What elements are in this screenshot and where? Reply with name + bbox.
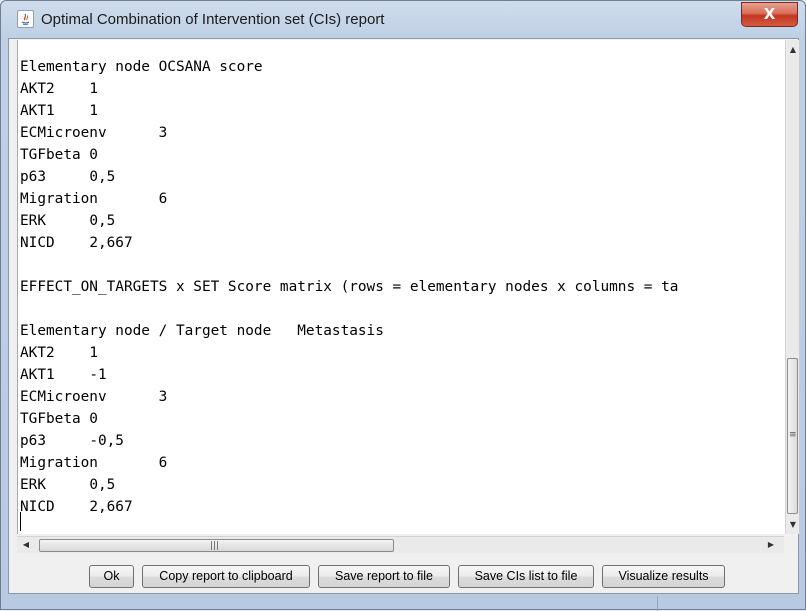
report-line: p63 0,5 <box>20 169 116 185</box>
scroll-right-arrow-icon[interactable]: ▶ <box>764 537 778 553</box>
report-text-area[interactable]: Elementary node OCSANA score AKT2 1 AKT1 1… <box>17 40 785 534</box>
report-line: AKT1 -1 <box>20 367 107 383</box>
report-line <box>20 254 678 276</box>
window-title: Optimal Combination of Intervention set … <box>41 11 385 28</box>
save-report-button[interactable]: Save report to file <box>318 565 450 588</box>
report-line: Elementary node / Target node Metastasis <box>20 323 384 339</box>
report-line: AKT1 1 <box>20 103 98 119</box>
report-line: AKT2 1 <box>20 81 98 97</box>
close-icon: X <box>763 5 776 23</box>
dialog-content: Elementary node OCSANA score AKT2 1 AKT1 1… <box>8 38 799 594</box>
report-line: NICD 2,667 <box>20 499 133 515</box>
ok-button[interactable]: Ok <box>89 565 134 588</box>
copy-report-button[interactable]: Copy report to clipboard <box>142 565 310 588</box>
report-window: Optimal Combination of Intervention set … <box>0 0 806 611</box>
report-line: ECMicroenv 3 <box>20 125 168 141</box>
report-line: AKT2 1 <box>20 345 98 361</box>
vertical-scroll-thumb[interactable]: ≡ <box>787 358 798 514</box>
save-cis-list-button[interactable]: Save CIs list to file <box>458 565 594 588</box>
vertical-scrollbar[interactable]: ▲ ≡ ▼ <box>785 40 799 534</box>
horizontal-scrollbar[interactable]: ◀ ||| ▶ <box>17 536 784 553</box>
title-bar[interactable]: Optimal Combination of Intervention set … <box>1 1 805 39</box>
report-line: TGFbeta 0 <box>20 147 98 163</box>
report-line: ERK 0,5 <box>20 213 116 229</box>
report-line: EFFECT_ON_TARGETS x SET Score matrix (ro… <box>20 279 679 295</box>
report-line: Elementary node OCSANA score <box>20 59 263 75</box>
report-line: TGFbeta 0 <box>20 411 98 427</box>
grip-icon: ≡ <box>789 430 797 440</box>
grip-icon: ||| <box>210 541 220 551</box>
report-line: ERK 0,5 <box>20 477 116 493</box>
report-lines: Elementary node OCSANA score AKT2 1 AKT1 1… <box>20 56 678 518</box>
report-line: Migration 6 <box>20 191 168 207</box>
scroll-left-arrow-icon[interactable]: ◀ <box>19 537 33 553</box>
scroll-down-arrow-icon[interactable]: ▼ <box>786 517 800 533</box>
visualize-results-button[interactable]: Visualize results <box>602 565 725 588</box>
close-button[interactable]: X <box>741 2 798 27</box>
report-line <box>20 298 678 320</box>
java-app-icon <box>17 10 34 28</box>
report-line: ECMicroenv 3 <box>20 389 168 405</box>
window-frame-corner <box>657 596 688 611</box>
horizontal-scroll-thumb[interactable]: ||| <box>39 539 394 552</box>
scroll-up-arrow-icon[interactable]: ▲ <box>786 42 800 58</box>
report-line: NICD 2,667 <box>20 235 133 251</box>
report-line: Migration 6 <box>20 455 168 471</box>
report-line: p63 -0,5 <box>20 433 124 449</box>
text-caret <box>20 512 21 531</box>
